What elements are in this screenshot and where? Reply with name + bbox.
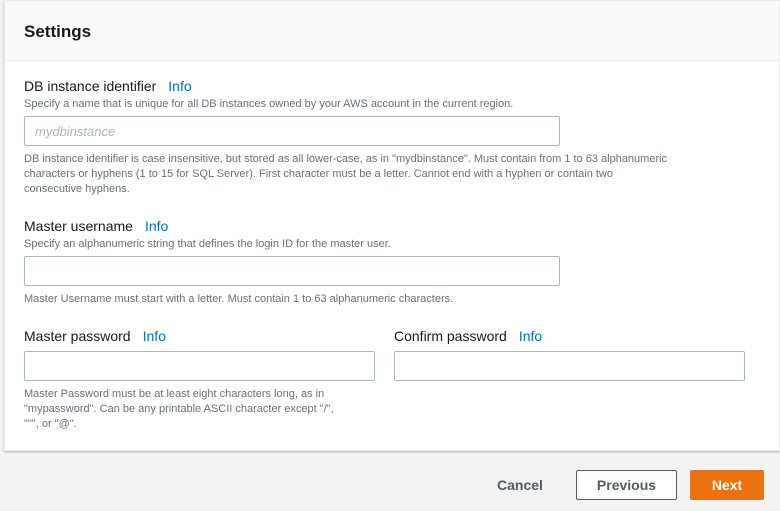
db-identifier-constraint-line-1: DB instance identifier is case insensiti…	[24, 153, 668, 165]
master-password-label-row: Master password Info	[24, 328, 166, 344]
settings-title: Settings	[24, 22, 92, 41]
master-username-constraint: Master Username must start with a letter…	[24, 293, 454, 305]
confirm-password-info-link[interactable]: Info	[519, 328, 542, 344]
db-identifier-label-row: DB instance identifier Info	[24, 78, 744, 94]
db-identifier-label: DB instance identifier	[24, 78, 157, 94]
master-username-description: Specify an alphanumeric string that defi…	[24, 238, 391, 250]
db-identifier-description: Specify a name that is unique for all DB…	[24, 98, 514, 110]
master-password-input[interactable]	[24, 351, 375, 381]
previous-button[interactable]: Previous	[576, 470, 677, 500]
settings-header: Settings	[5, 1, 779, 61]
confirm-password-label: Confirm password	[394, 328, 507, 344]
db-identifier-input[interactable]	[24, 116, 560, 146]
settings-panel: Settings DB instance identifier Info Spec…	[4, 0, 780, 451]
confirm-password-input[interactable]	[394, 351, 745, 381]
db-identifier-constraint-line-2: characters or hyphens (1 to 15 for SQL S…	[24, 168, 613, 180]
master-password-constraint-line-1: Master Password must be at least eight c…	[24, 388, 325, 400]
master-password-constraint-line-2: "mypassword". Can be any printable ASCII…	[24, 403, 334, 415]
confirm-password-label-row: Confirm password Info	[394, 328, 542, 344]
master-password-constraint: Master Password must be at least eight c…	[24, 387, 384, 432]
master-password-constraint-line-3: """, or "@".	[24, 418, 77, 430]
db-identifier-group: DB instance identifier Info Specify a nam…	[24, 78, 744, 112]
master-username-input[interactable]	[24, 256, 560, 286]
master-password-info-link[interactable]: Info	[143, 328, 166, 344]
master-username-group: Master username Info Specify an alphanume…	[24, 218, 744, 252]
db-identifier-constraint: DB instance identifier is case insensiti…	[24, 152, 754, 197]
cancel-button[interactable]: Cancel	[484, 470, 556, 500]
master-password-label: Master password	[24, 328, 131, 344]
master-username-label: Master username	[24, 218, 133, 234]
master-username-info-link[interactable]: Info	[145, 218, 168, 234]
db-identifier-constraint-line-3: consecutive hyphens.	[24, 183, 130, 195]
db-identifier-info-link[interactable]: Info	[168, 78, 191, 94]
master-username-label-row: Master username Info	[24, 218, 744, 234]
next-button[interactable]: Next	[690, 470, 764, 500]
